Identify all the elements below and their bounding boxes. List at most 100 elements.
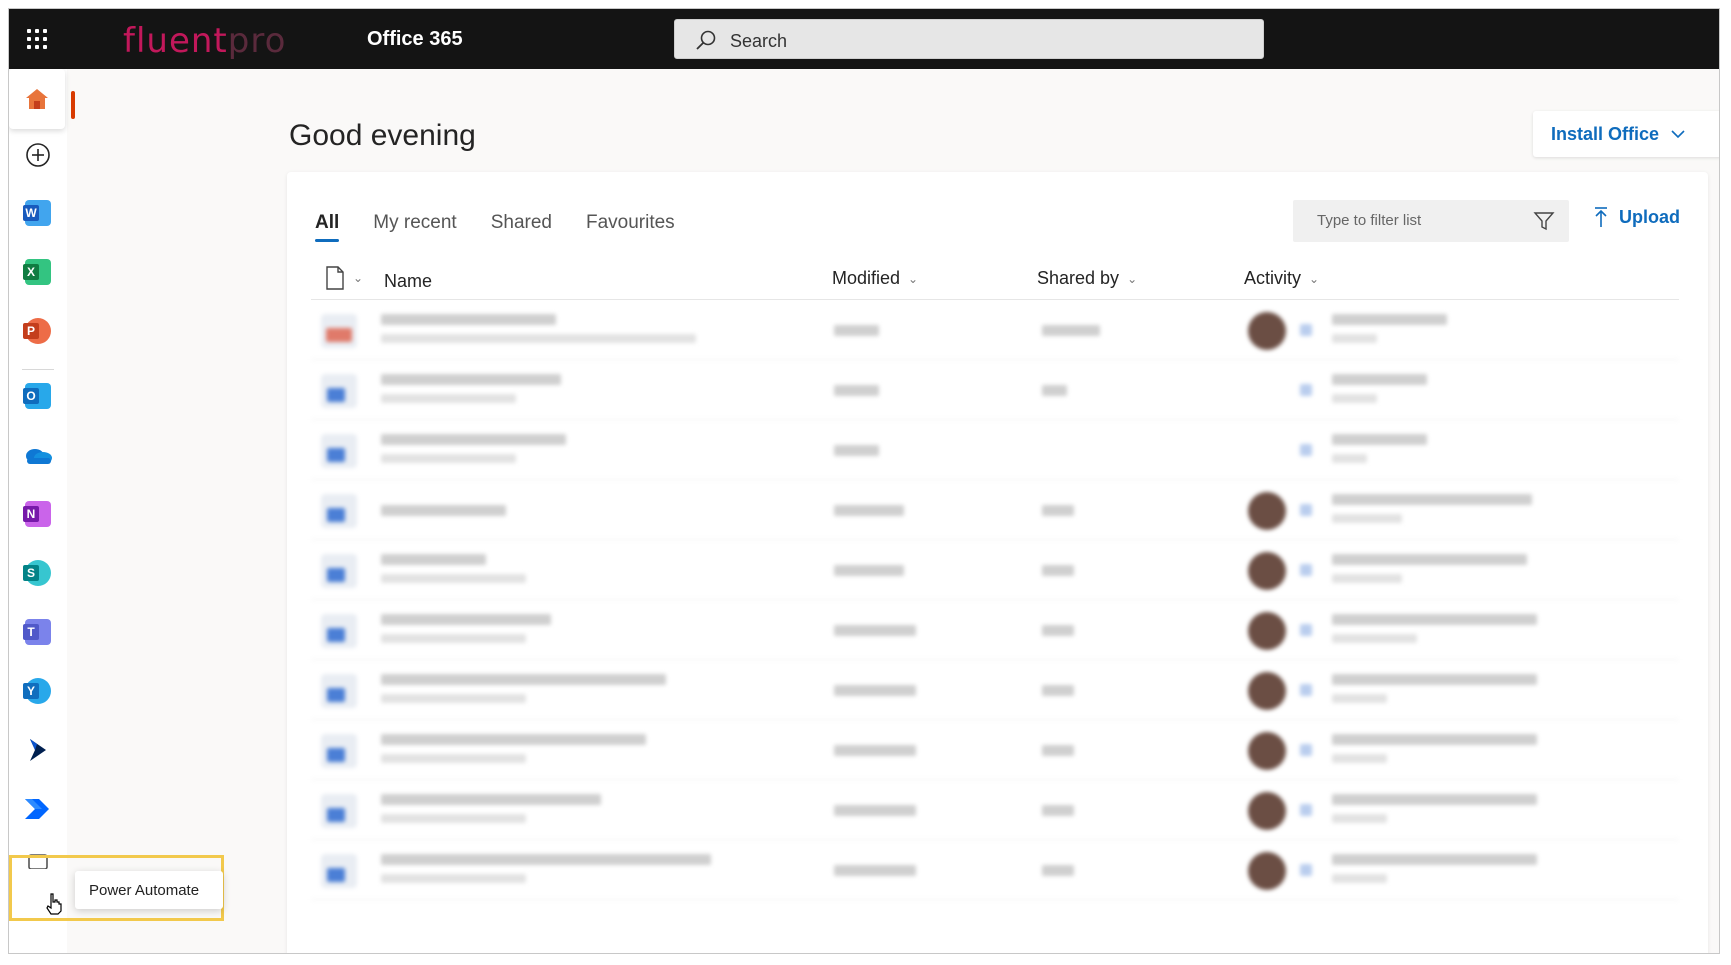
- search-icon: [696, 30, 716, 50]
- files-panel: All My recent Shared Favourites Type to …: [287, 172, 1708, 953]
- file-icon: [321, 494, 357, 528]
- file-icon: [321, 794, 357, 828]
- table-row[interactable]: [311, 480, 1679, 540]
- file-tabs: All My recent Shared Favourites: [315, 212, 675, 242]
- upload-arrow-icon: [1595, 207, 1607, 227]
- table-row[interactable]: [311, 540, 1679, 600]
- rail-item-powerpoint[interactable]: P: [16, 309, 60, 353]
- rail-item-outlook[interactable]: O: [16, 374, 60, 418]
- top-bar: fluentpro Office 365 Search: [9, 9, 1719, 69]
- file-icon: [321, 434, 357, 468]
- onedrive-icon: [26, 449, 52, 464]
- activity-column-label: Activity: [1244, 268, 1302, 288]
- rail-item-excel[interactable]: X: [16, 250, 60, 294]
- chevron-down-icon: ⌄: [1309, 271, 1320, 286]
- file-icon: [321, 614, 357, 648]
- chevron-down-icon: ⌄: [908, 271, 919, 286]
- activity-column-header[interactable]: Activity ⌄: [1244, 268, 1319, 289]
- table-row[interactable]: [311, 300, 1679, 360]
- file-icon: [321, 314, 357, 348]
- name-column-header[interactable]: Name: [384, 271, 432, 292]
- rail-item-word[interactable]: W: [16, 191, 60, 235]
- home-icon: [26, 89, 48, 109]
- chevron-down-icon: ⌄: [353, 271, 364, 285]
- file-icon: [321, 554, 357, 588]
- filter-input[interactable]: Type to filter list: [1293, 200, 1569, 242]
- word-icon: W: [23, 200, 51, 226]
- plus-circle-icon: [26, 143, 50, 167]
- office-portal-window: fluentpro Office 365 Search W X P O N S …: [8, 8, 1720, 954]
- file-type-column-header[interactable]: ⌄: [325, 266, 363, 290]
- hand-cursor-icon: [46, 893, 62, 915]
- shared-by-column-header[interactable]: Shared by ⌄: [1037, 268, 1137, 289]
- powerpoint-icon: P: [23, 318, 51, 344]
- brand-part-1: fluent: [123, 21, 228, 61]
- file-icon: [321, 854, 357, 888]
- app-rail: W X P O N S T Y: [9, 69, 67, 953]
- dynamics-icon: [30, 739, 46, 761]
- file-icon: [321, 734, 357, 768]
- table-row[interactable]: [311, 840, 1679, 900]
- modified-column-label: Modified: [832, 268, 901, 288]
- file-icon: [321, 374, 357, 408]
- rail-item-home[interactable]: [9, 69, 65, 129]
- avatar: [1248, 492, 1286, 530]
- chevron-down-icon: ⌄: [1127, 271, 1138, 286]
- rail-item-sharepoint[interactable]: S: [16, 551, 60, 595]
- teams-icon: T: [23, 619, 51, 645]
- rail-item-dynamics[interactable]: [16, 728, 60, 772]
- tab-all[interactable]: All: [315, 212, 340, 242]
- table-row[interactable]: [311, 600, 1679, 660]
- table-row[interactable]: [311, 420, 1679, 480]
- tab-my-recent[interactable]: My recent: [373, 212, 456, 242]
- table-row[interactable]: [311, 660, 1679, 720]
- filter-placeholder: Type to filter list: [1317, 212, 1422, 229]
- power-automate-tooltip: Power Automate: [75, 871, 223, 909]
- yammer-icon: Y: [23, 678, 51, 704]
- rail-item-power-automate[interactable]: [16, 787, 60, 831]
- document-icon: [326, 266, 344, 290]
- active-app-indicator: [71, 91, 75, 119]
- avatar: [1248, 552, 1286, 590]
- table-row[interactable]: [311, 360, 1679, 420]
- table-row[interactable]: [311, 780, 1679, 840]
- upload-button[interactable]: Upload: [1593, 206, 1680, 228]
- search-input[interactable]: Search: [674, 19, 1264, 59]
- file-table-header: ⌄ Name Modified ⌄ Shared by ⌄ Activity ⌄: [311, 258, 1679, 300]
- avatar: [1248, 732, 1286, 770]
- brand-part-2: pro: [227, 21, 287, 61]
- tab-favourites[interactable]: Favourites: [586, 212, 675, 242]
- chevron-down-icon: [1671, 130, 1685, 139]
- avatar: [1248, 672, 1286, 710]
- rail-item-onedrive[interactable]: [16, 433, 60, 477]
- rail-item-create[interactable]: [16, 133, 60, 177]
- name-column-label: Name: [384, 271, 433, 291]
- avatar: [1248, 852, 1286, 890]
- file-list: [311, 300, 1679, 900]
- app-title[interactable]: Office 365: [367, 28, 463, 51]
- avatar: [1248, 312, 1286, 350]
- onenote-icon: N: [23, 501, 51, 527]
- outlook-icon: O: [23, 383, 51, 409]
- install-office-label: Install Office: [1551, 123, 1660, 144]
- table-row[interactable]: [311, 720, 1679, 780]
- power-automate-icon: [25, 799, 49, 819]
- brand-logo[interactable]: fluentpro: [123, 21, 286, 61]
- install-office-button[interactable]: Install Office: [1533, 111, 1719, 157]
- excel-icon: X: [23, 259, 51, 285]
- rail-item-teams[interactable]: T: [16, 610, 60, 654]
- page-greeting: Good evening: [289, 119, 476, 152]
- file-icon: [321, 674, 357, 708]
- sharepoint-icon: S: [23, 560, 51, 586]
- search-placeholder: Search: [730, 31, 788, 51]
- avatar: [1248, 612, 1286, 650]
- rail-item-yammer[interactable]: Y: [16, 669, 60, 713]
- filter-icon: [1533, 212, 1555, 231]
- rail-item-onenote[interactable]: N: [16, 492, 60, 536]
- app-launcher-icon[interactable]: [25, 27, 49, 51]
- tab-shared[interactable]: Shared: [491, 212, 552, 242]
- modified-column-header[interactable]: Modified ⌄: [832, 268, 918, 289]
- upload-label: Upload: [1619, 206, 1680, 227]
- avatar: [1248, 792, 1286, 830]
- rail-divider: [22, 369, 54, 370]
